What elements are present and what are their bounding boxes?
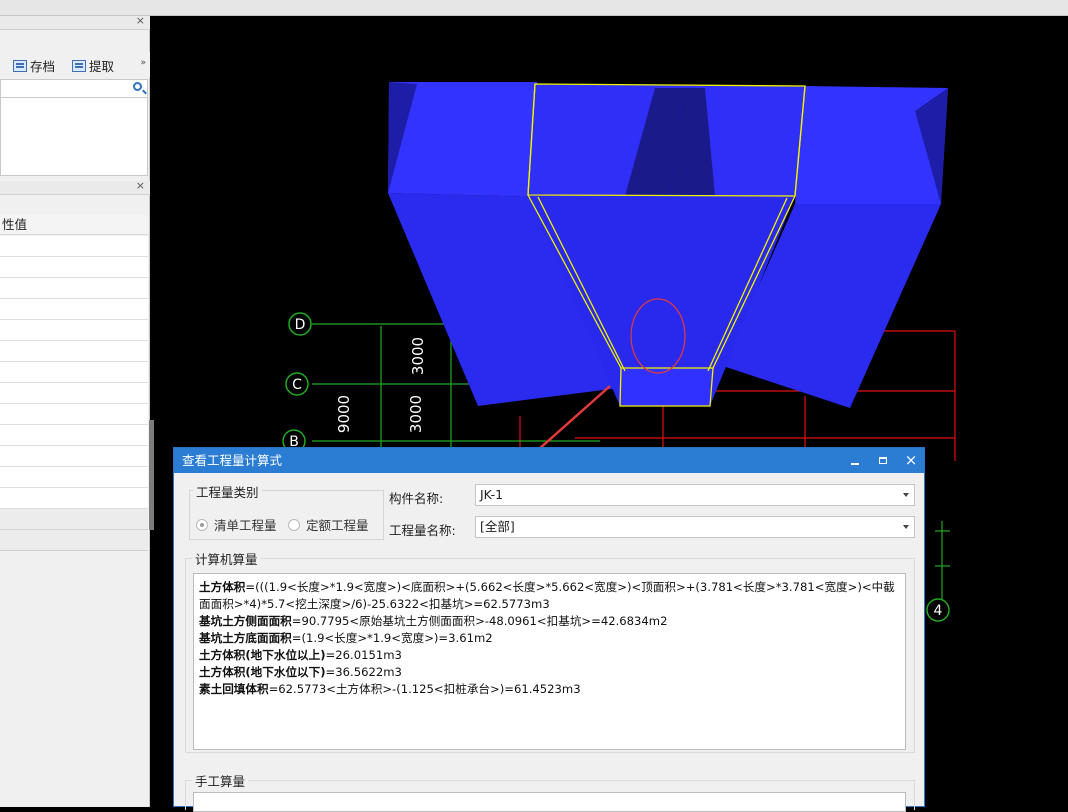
archive-icon	[13, 59, 27, 72]
property-row[interactable]	[0, 467, 148, 488]
radio-bill-label: 清单工程量	[214, 518, 277, 533]
manual-calc-textbox[interactable]	[193, 792, 906, 812]
dialog-title-bar[interactable]: 查看工程量计算式	[174, 448, 924, 473]
property-row[interactable]	[0, 236, 148, 257]
save-archive-label: 存档	[30, 59, 56, 74]
calc-line: 土方体积=(((1.9<长度>*1.9<宽度>)<底面积>+(5.662<长度>…	[199, 580, 895, 611]
dimension-label: 9000	[335, 395, 353, 433]
axis-label-d: D	[295, 317, 306, 333]
property-row[interactable]	[0, 362, 148, 383]
manual-calc-label: 手工算量	[192, 771, 249, 790]
computer-calc-textbox[interactable]: 土方体积=(((1.9<长度>*1.9<宽度>)<底面积>+(5.662<长度>…	[193, 573, 906, 750]
radio-selected-icon	[196, 518, 208, 531]
top-menu-bar	[0, 0, 1068, 16]
axis-label-4: 4	[934, 603, 943, 619]
extract-label: 提取	[89, 59, 115, 74]
component-tree[interactable]	[0, 98, 148, 176]
dialog-title: 查看工程量计算式	[182, 453, 283, 468]
pane-header-top: ×	[0, 14, 150, 30]
computer-calc-label: 计算机算量	[192, 549, 261, 568]
property-row[interactable]	[0, 488, 148, 509]
component-name-label: 构件名称:	[389, 491, 444, 506]
properties-empty-area	[0, 551, 148, 807]
pane-toolbar: 存档 提取 »	[0, 52, 150, 78]
minimize-icon	[851, 462, 859, 465]
chevron-down-icon	[903, 525, 909, 529]
save-archive-button[interactable]: 存档	[13, 56, 55, 75]
calc-line: 土方体积(地下水位以下)=36.5622m3	[199, 665, 402, 679]
more-tools-icon[interactable]: »	[140, 58, 146, 68]
dimension-label: 3000	[407, 395, 425, 433]
minimize-button[interactable]	[842, 448, 868, 473]
search-icon[interactable]	[133, 82, 142, 91]
property-value-header: 性值	[0, 215, 148, 235]
quantity-type-label: 工程量类别	[193, 482, 262, 501]
property-row[interactable]	[0, 299, 148, 320]
property-row[interactable]	[0, 404, 148, 425]
calc-line: 基坑土方底面面积=(1.9<长度>*1.9<宽度>)=3.61m2	[199, 631, 493, 645]
panel-splitter-handle[interactable]	[149, 420, 154, 530]
property-row[interactable]	[0, 446, 148, 467]
extract-icon	[72, 59, 86, 72]
property-row[interactable]	[0, 425, 148, 446]
search-input[interactable]	[0, 79, 148, 98]
calc-line: 素土回填体积=62.5773<土方体积>-(1.125<扣桩承台>)=61.45…	[199, 682, 581, 696]
pane-header-properties: ×	[0, 179, 150, 195]
calc-line: 土方体积(地下水位以上)=26.0151m3	[199, 648, 402, 662]
dimension-label: 3000	[409, 337, 427, 375]
quantity-name-select[interactable]: [全部]	[475, 516, 915, 538]
property-row[interactable]	[0, 278, 148, 299]
axis-label-c: C	[292, 377, 302, 393]
quantity-name-label: 工程量名称:	[389, 523, 456, 538]
radio-unselected-icon	[288, 518, 300, 531]
property-row[interactable]	[0, 320, 148, 341]
component-name-value: JK-1	[480, 487, 504, 502]
property-row[interactable]	[0, 383, 148, 404]
calc-line: 基坑土方侧面面积=90.7795<原始基坑土方侧面面积>-48.0961<扣基坑…	[199, 614, 668, 628]
property-row[interactable]	[0, 257, 148, 278]
maximize-button[interactable]	[870, 448, 896, 473]
chevron-down-icon	[903, 493, 909, 497]
component-name-select[interactable]: JK-1	[475, 484, 915, 506]
close-button[interactable]: ×	[898, 448, 924, 473]
quantity-formula-dialog: 查看工程量计算式 × 工程量类别 清单工程量 定额工程量 构件名称: JK-1 …	[173, 447, 925, 812]
quantity-name-value: [全部]	[480, 519, 515, 534]
extract-button[interactable]: 提取	[72, 56, 114, 75]
radio-bill-quantity[interactable]: 清单工程量	[196, 515, 277, 534]
close-icon: ×	[904, 451, 918, 469]
radio-quota-label: 定额工程量	[306, 518, 369, 533]
property-group-row[interactable]	[0, 530, 148, 551]
property-row[interactable]	[0, 341, 148, 362]
maximize-icon	[879, 457, 887, 464]
close-icon[interactable]: ×	[136, 14, 145, 27]
close-icon[interactable]: ×	[136, 179, 145, 192]
radio-quota-quantity[interactable]: 定额工程量	[288, 515, 369, 534]
property-group-row[interactable]	[0, 509, 148, 530]
properties-toolbar	[0, 196, 148, 215]
left-panel: × 存档 提取 » × 性值	[0, 14, 150, 807]
quantity-type-group: 工程量类别 清单工程量 定额工程量	[189, 482, 384, 540]
